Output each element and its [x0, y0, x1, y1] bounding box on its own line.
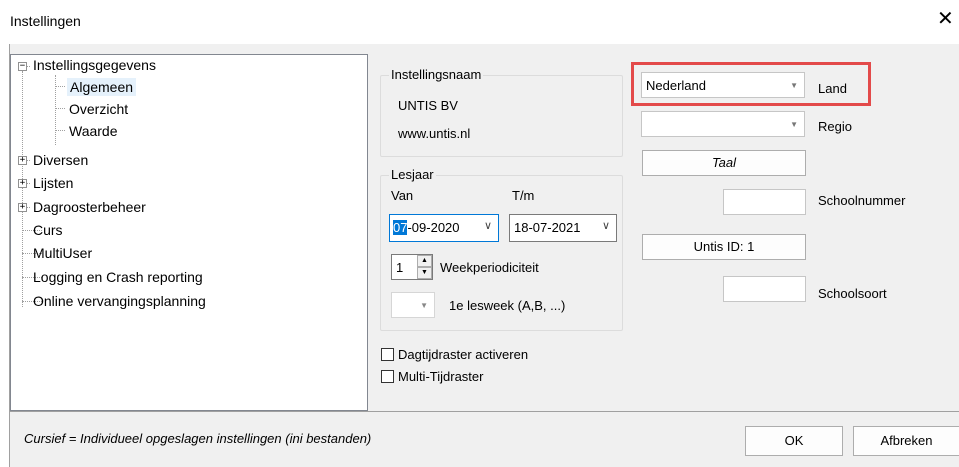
tree-connector [22, 71, 23, 307]
title-bar: Instellingen ✕ [0, 0, 959, 44]
tree-item-label: Instellingsgegevens [33, 57, 156, 73]
week-periodicity-value: 1 [396, 260, 404, 275]
schoolnummer-label: Schoolnummer [818, 193, 906, 208]
week-periodicity-spinner[interactable]: 1 ▲ ▼ [391, 254, 433, 280]
van-label: Van [391, 188, 414, 203]
instellingsnaam-legend: Instellingsnaam [389, 67, 484, 82]
settings-tree[interactable]: − Instellingsgegevens Algemeen Overzicht… [10, 54, 368, 411]
tree-item-label: Diversen [33, 152, 89, 168]
tree-item-label: Lijsten [33, 175, 74, 191]
multi-tijdraster-checkbox[interactable] [381, 370, 394, 383]
regio-label: Regio [818, 119, 852, 134]
tree-item-instellingsgegevens[interactable]: Instellingsgegevens [31, 55, 158, 75]
close-icon[interactable]: ✕ [937, 9, 954, 29]
schoolsoort-label: Schoolsoort [818, 286, 887, 301]
regio-select[interactable]: ▼ [641, 111, 805, 137]
lesjaar-legend: Lesjaar [389, 167, 436, 182]
first-week-label: 1e lesweek (A,B, ...) [449, 298, 566, 313]
multi-tijdraster-label: Multi-Tijdraster [398, 369, 484, 384]
spin-down-icon[interactable]: ▼ [417, 267, 432, 279]
instellingsnaam-group: Instellingsnaam UNTIS BV www.untis.nl [380, 67, 623, 157]
first-week-select[interactable]: ▼ [391, 292, 435, 318]
ok-button[interactable]: OK [745, 426, 843, 456]
footer-note: Cursief = Individueel opgeslagen instell… [24, 431, 372, 446]
van-date-picker[interactable]: 07-09-2020 ∨ [389, 214, 499, 242]
tm-date-value: 18-07-2021 [514, 220, 581, 235]
dagtijdraster-checkbox[interactable] [381, 348, 394, 361]
tree-connector [55, 130, 65, 131]
tree-item-label: MultiUser [33, 245, 93, 261]
window-title: Instellingen [10, 13, 81, 29]
chevron-down-icon[interactable]: ∨ [602, 219, 610, 232]
tree-item-label: Dagroosterbeheer [33, 199, 146, 215]
dagtijdraster-label: Dagtijdraster activeren [398, 347, 529, 362]
school-name: UNTIS BV [398, 98, 458, 113]
tm-label: T/m [512, 188, 535, 203]
tree-item-waarde[interactable]: Waarde [67, 121, 120, 141]
tree-item-algemeen[interactable]: Algemeen [67, 77, 137, 97]
lesjaar-group: Lesjaar Van T/m 07-09-2020 ∨ 18-07-2021 … [380, 167, 623, 331]
land-highlight-box [631, 62, 871, 106]
dialog-client-area: − Instellingsgegevens Algemeen Overzicht… [9, 44, 959, 467]
tree-item-label: Waarde [69, 123, 118, 139]
tree-connector [55, 108, 65, 109]
tree-item-overzicht[interactable]: Overzicht [67, 99, 130, 119]
week-periodicity-label: Weekperiodiciteit [440, 260, 539, 275]
tree-item-diversen[interactable]: Diversen [31, 150, 90, 170]
collapse-icon[interactable]: − [18, 62, 27, 71]
tree-item-label: Logging en Crash reporting [33, 269, 203, 285]
van-date-selected-part: 07 [393, 220, 408, 235]
tree-item-online-vervangingsplanning[interactable]: Online vervangingsplanning [31, 291, 208, 311]
tree-item-logging[interactable]: Logging en Crash reporting [31, 267, 205, 287]
tree-item-multiuser[interactable]: MultiUser [31, 243, 94, 263]
expand-icon[interactable]: + [18, 179, 27, 188]
spinner-buttons: ▲ ▼ [417, 255, 432, 279]
spin-up-icon[interactable]: ▲ [417, 255, 432, 267]
untis-id-button[interactable]: Untis ID: 1 [642, 234, 806, 260]
tree-item-label: Online vervangingsplanning [33, 293, 206, 309]
chevron-down-icon: ▼ [790, 120, 798, 129]
tree-item-label: Overzicht [69, 101, 129, 117]
chevron-down-icon: ▼ [420, 301, 428, 310]
schoolsoort-field[interactable] [723, 276, 806, 302]
footer-separator [10, 411, 959, 412]
schoolnummer-field[interactable] [723, 189, 806, 215]
school-website: www.untis.nl [398, 126, 471, 141]
tree-item-curs[interactable]: Curs [31, 220, 65, 240]
tree-item-lijsten[interactable]: Lijsten [31, 173, 75, 193]
expand-icon[interactable]: + [18, 156, 27, 165]
tree-item-label: Curs [33, 222, 63, 238]
taal-button[interactable]: Taal [642, 150, 806, 176]
tree-item-dagroosterbeheer[interactable]: Dagroosterbeheer [31, 197, 148, 217]
chevron-down-icon[interactable]: ∨ [484, 219, 492, 232]
tree-item-label: Algemeen [67, 78, 137, 96]
tree-connector [55, 86, 65, 87]
cancel-button[interactable]: Afbreken [853, 426, 959, 456]
expand-icon[interactable]: + [18, 203, 27, 212]
van-date-rest: -09-2020 [407, 220, 460, 235]
tm-date-picker[interactable]: 18-07-2021 ∨ [509, 214, 617, 242]
